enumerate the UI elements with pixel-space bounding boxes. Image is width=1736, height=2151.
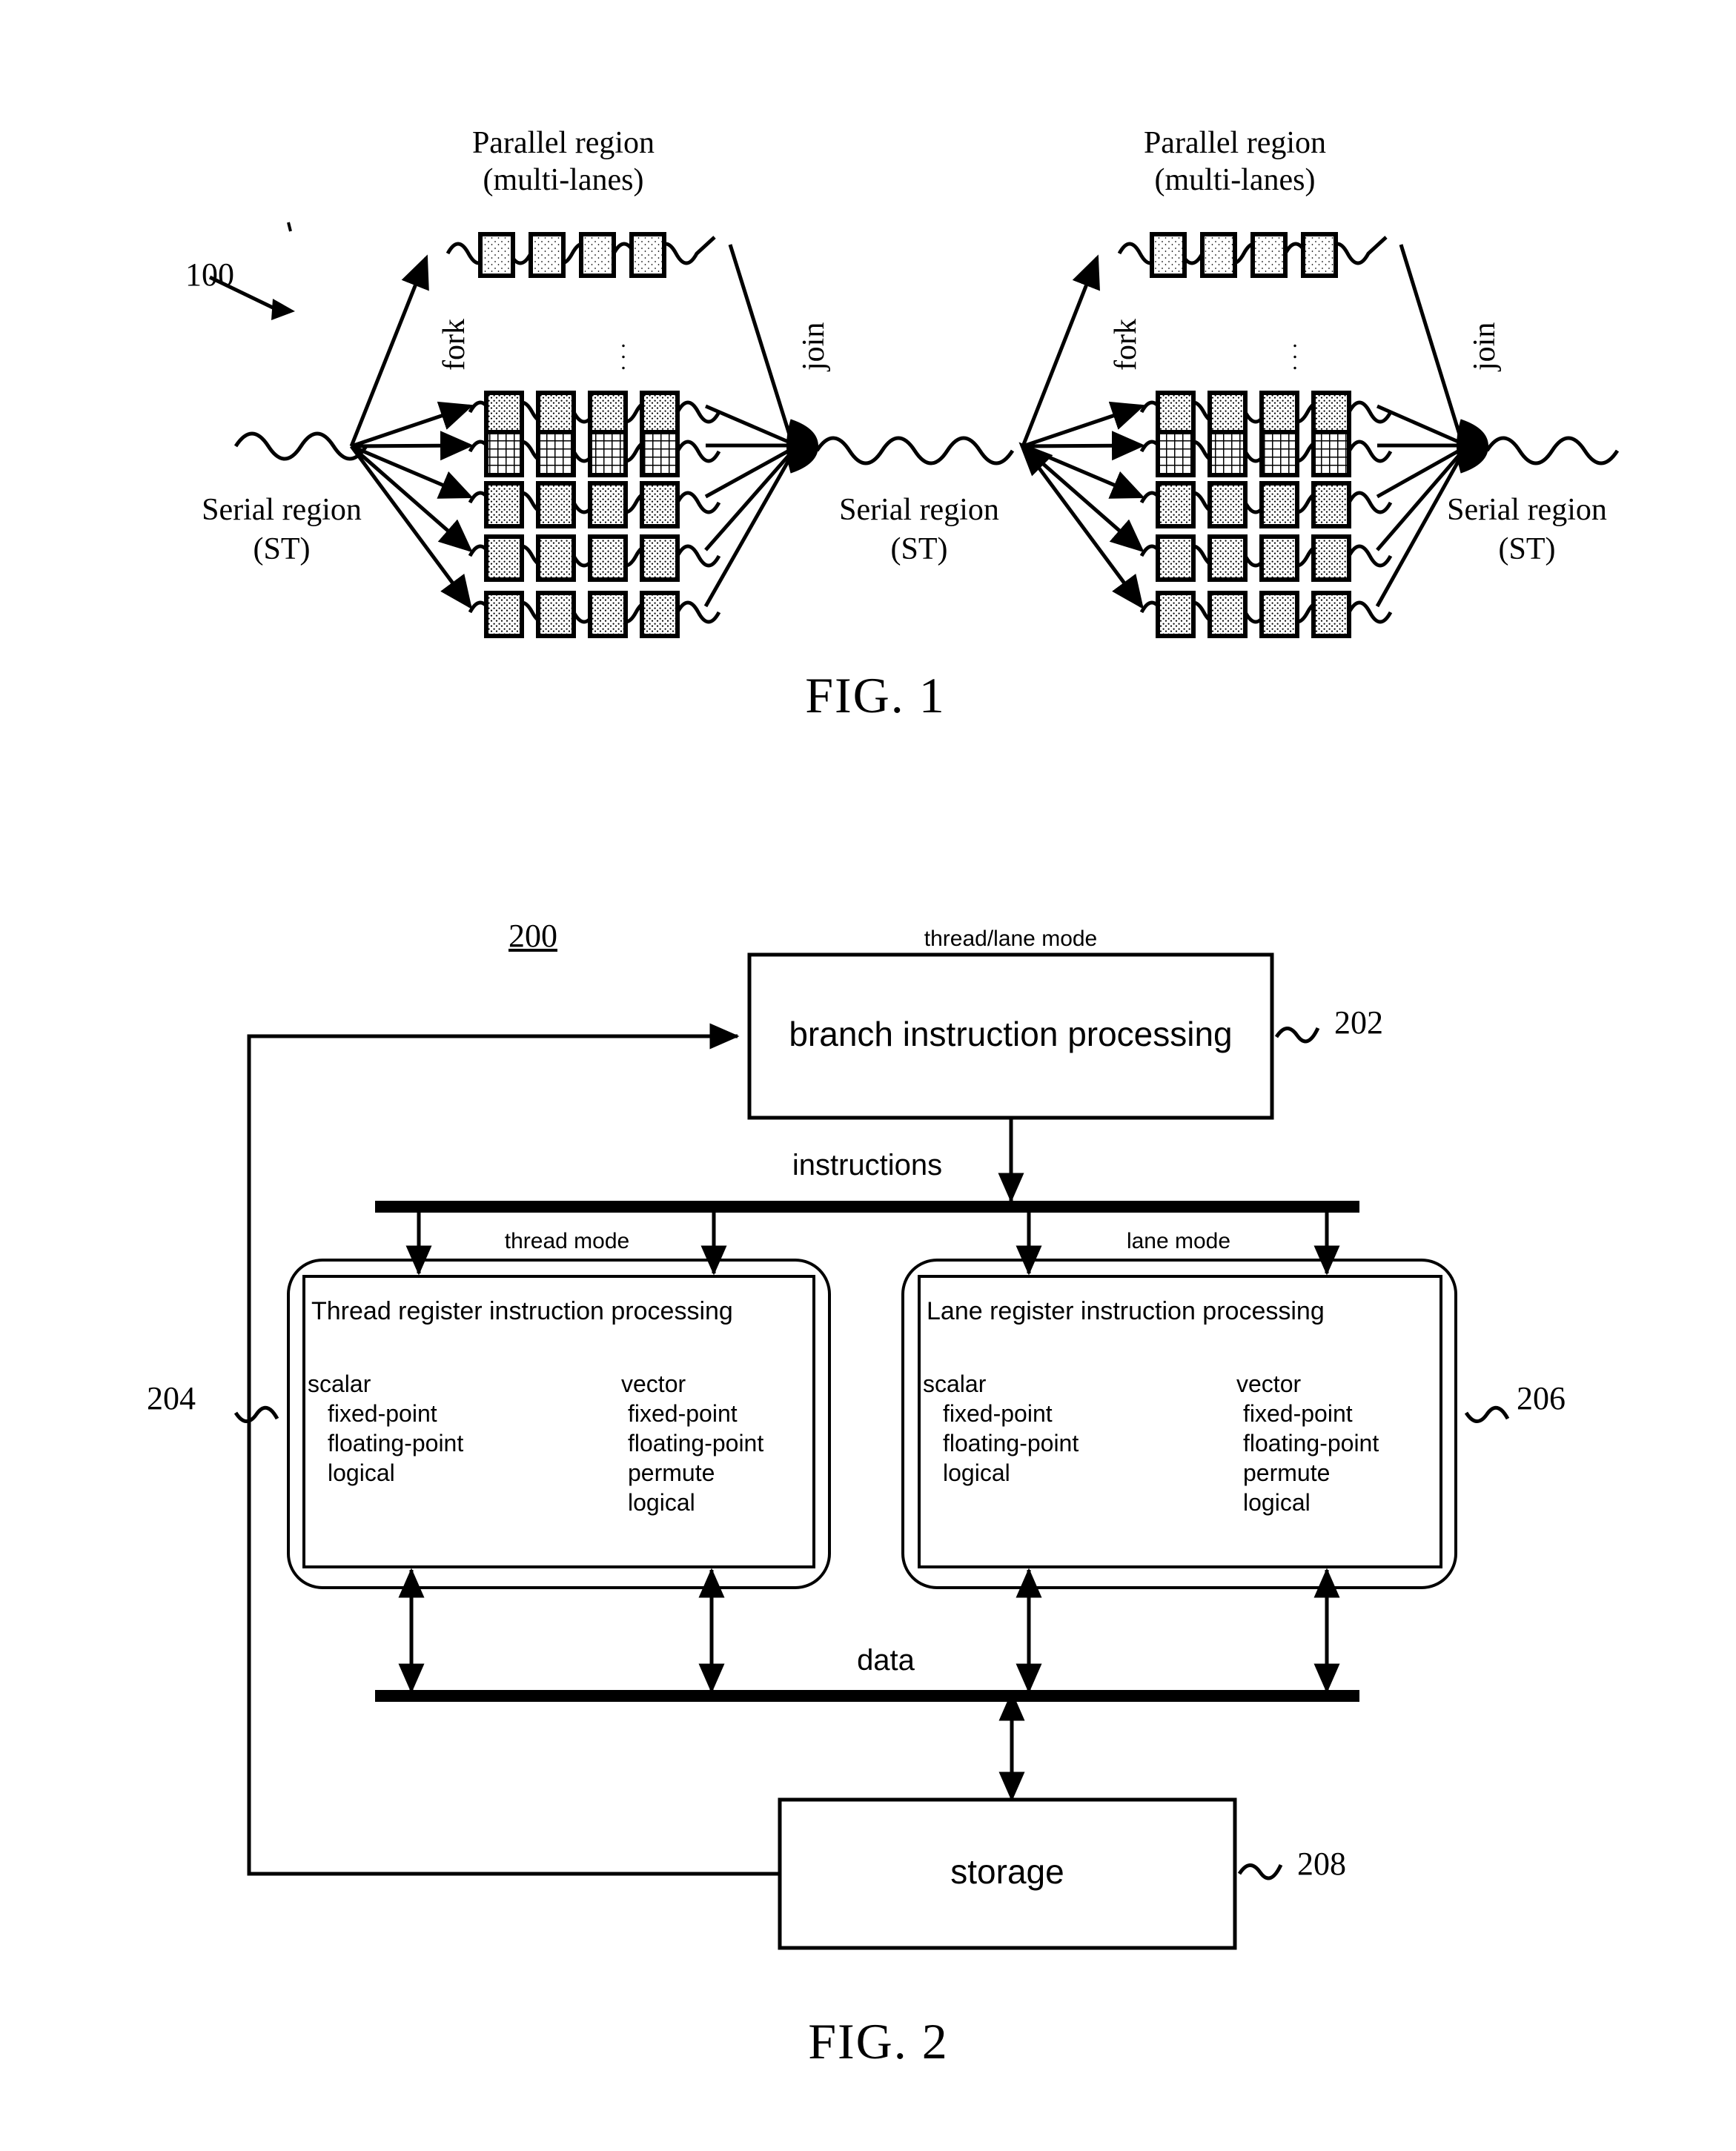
lane-cells-r5-right — [1156, 534, 1351, 582]
lane-block-vector-header: vector — [1236, 1371, 1302, 1397]
serial-wave-left — [233, 431, 368, 461]
lane-ellipsis-right: ... — [1292, 328, 1298, 374]
lane-wave-r6-right — [1139, 600, 1393, 624]
ref-204-squiggle — [233, 1405, 279, 1423]
thread-block-vector-header: vector — [621, 1371, 686, 1397]
lane-cells-r4-left — [484, 481, 680, 528]
lane-wave-r3-right — [1139, 440, 1393, 463]
parallel-region-label-right-line1: Parallel region — [1143, 126, 1327, 160]
thread-block-scalar-item-1: floating-point — [328, 1430, 464, 1456]
figure-2-caption: FIG. 2 — [808, 2013, 949, 2069]
data-arrows-thread — [398, 1568, 725, 1694]
serial-wave-middle — [815, 436, 1015, 465]
lane-mode-label: lane mode — [1126, 1229, 1231, 1253]
lane-wave-r2-right — [1139, 400, 1393, 424]
lane-wave-r1-left — [445, 236, 716, 265]
serial-region-label-2-line1: Serial region — [839, 493, 999, 527]
lane-wave-r3-left — [468, 440, 721, 463]
lane-wave-r5-left — [468, 544, 721, 568]
fork-label-right: fork — [1109, 319, 1143, 371]
ref-204-label: 204 — [147, 1380, 196, 1416]
thread-block-scalar-item-0: fixed-point — [328, 1400, 437, 1427]
thread-block-scalar-item-2: logical — [328, 1459, 395, 1486]
lane-cells-r1-left — [478, 232, 666, 278]
thread-block-vector-item-2: permute — [628, 1459, 715, 1486]
storage-block-label: storage — [950, 1852, 1064, 1891]
thread-block-scalar-header: scalar — [308, 1371, 371, 1397]
join-node-left — [786, 419, 819, 474]
parallel-region-label-left-line1: Parallel region — [471, 126, 655, 160]
serial-region-label-1-line1: Serial region — [202, 493, 362, 527]
figure2-ref-200: 200 — [508, 918, 557, 954]
thread-block-vector-item-0: fixed-point — [628, 1400, 738, 1427]
lane-cells-r6-right — [1156, 591, 1351, 638]
instructions-bus-label: instructions — [792, 1149, 943, 1181]
parallel-region-label-left-line2: (multi-lanes) — [483, 163, 644, 197]
lane-cells-r6-left — [484, 591, 680, 638]
lane-cells-r5-left — [484, 534, 680, 582]
thread-block-vector-item-1: floating-point — [628, 1430, 764, 1456]
lane-block-scalar-item-2: logical — [943, 1459, 1010, 1486]
parallel-region-label-right-line2: (multi-lanes) — [1154, 163, 1316, 197]
thread-block-vector-item-3: logical — [628, 1489, 695, 1516]
branch-instruction-processing-label: branch instruction processing — [789, 1015, 1233, 1053]
stray-tick — [287, 222, 292, 232]
lane-block-title: Lane register instruction processing — [927, 1297, 1325, 1325]
join-label-left: join — [797, 322, 831, 371]
thread-block-title: Thread register instruction processing — [311, 1297, 733, 1325]
serial-region-label-3-line2: (ST) — [1498, 532, 1556, 566]
serial-region-label-2-line2: (ST) — [890, 532, 948, 566]
ref-206-squiggle — [1464, 1405, 1510, 1423]
lane-block-vector-item-3: logical — [1243, 1489, 1311, 1516]
lane-wave-r4-right — [1139, 491, 1393, 514]
lane-cells-r2-left — [484, 391, 680, 438]
fork-label-left: fork — [437, 319, 471, 371]
lane-cells-r1-right — [1150, 232, 1338, 278]
thread-mode-label: thread mode — [504, 1229, 630, 1253]
serial-region-label-1-line2: (ST) — [253, 532, 311, 566]
lane-block-scalar-item-1: floating-point — [943, 1430, 1079, 1456]
lane-block-vector-item-0: fixed-point — [1243, 1400, 1353, 1427]
lane-wave-r4-left — [468, 491, 721, 514]
ref-202-label: 202 — [1334, 1004, 1383, 1041]
ref-208-label: 208 — [1297, 1846, 1346, 1882]
lane-block-scalar-header: scalar — [923, 1371, 987, 1397]
ref-206-label: 206 — [1517, 1380, 1566, 1416]
lane-cells-r4-right — [1156, 481, 1351, 528]
lane-block-vector-item-2: permute — [1243, 1459, 1331, 1486]
figure1-ref-100: 100 — [185, 256, 234, 293]
serial-region-label-3-line1: Serial region — [1447, 493, 1607, 527]
ref-202-squiggle — [1274, 1027, 1320, 1044]
join-label-right: join — [1468, 322, 1502, 371]
figure-1-caption: FIG. 1 — [805, 667, 946, 723]
lane-block-scalar-item-0: fixed-point — [943, 1400, 1053, 1427]
data-arrows-lane — [1016, 1568, 1340, 1694]
lane-wave-r6-left — [468, 600, 721, 624]
lane-cells-r2-right — [1156, 391, 1351, 438]
serial-wave-right — [1485, 436, 1620, 465]
lane-wave-r2-left — [468, 400, 721, 424]
patent-drawing-sheet: 100 Parallel region (multi-lanes) Parall… — [0, 0, 1736, 2151]
lane-wave-r1-right — [1117, 236, 1388, 265]
lane-wave-r5-right — [1139, 544, 1393, 568]
lane-cells-r3-left — [484, 430, 680, 477]
data-bus-label: data — [857, 1644, 915, 1677]
ref-208-squiggle — [1237, 1863, 1283, 1880]
lane-cells-r3-right — [1156, 430, 1351, 477]
join-node-right — [1457, 419, 1489, 474]
lane-block-vector-item-1: floating-point — [1243, 1430, 1379, 1456]
figure-1-vector — [208, 222, 1620, 638]
thread-lane-mode-label: thread/lane mode — [924, 927, 1098, 951]
lane-ellipsis-left: ... — [620, 328, 626, 374]
